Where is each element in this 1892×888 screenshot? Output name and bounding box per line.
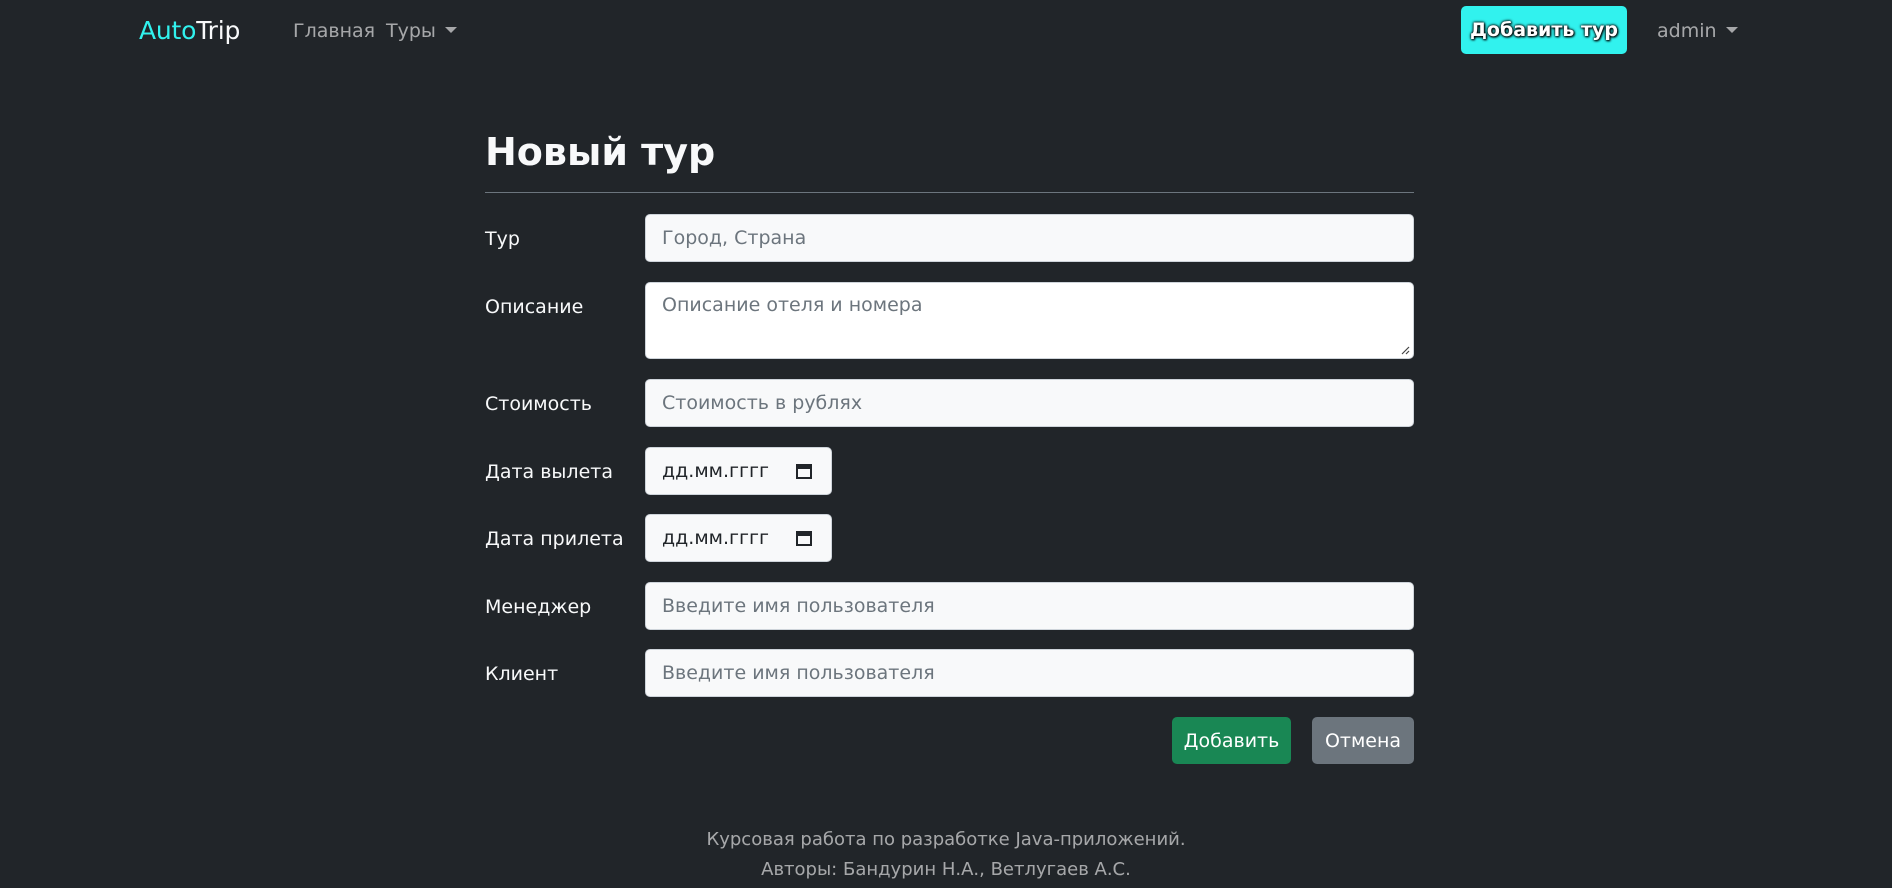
client-label: Клиент bbox=[485, 663, 559, 685]
tour-label: Тур bbox=[485, 228, 520, 250]
nav-home-link[interactable]: Главная bbox=[293, 18, 375, 44]
footer-line-2: Авторы: Бандурин Н.А., Ветлугаев А.С. bbox=[761, 859, 1131, 880]
user-menu-dropdown[interactable]: admin bbox=[1657, 18, 1738, 44]
manager-input[interactable]: Введите имя пользователя bbox=[645, 582, 1414, 630]
price-label: Стоимость bbox=[485, 393, 592, 415]
submit-button[interactable]: Добавить bbox=[1172, 717, 1291, 764]
client-input-placeholder: Введите имя пользователя bbox=[662, 662, 935, 684]
brand-trip: Trip bbox=[196, 16, 241, 45]
calendar-icon[interactable] bbox=[795, 462, 813, 480]
description-placeholder: Описание отеля и номера bbox=[662, 294, 923, 316]
manager-label: Менеджер bbox=[485, 596, 592, 618]
chevron-down-icon bbox=[444, 27, 457, 33]
add-tour-button[interactable]: Добавить тур bbox=[1461, 6, 1627, 54]
nav-tours-label: Туры bbox=[386, 20, 436, 42]
price-input[interactable]: Стоимость в рублях bbox=[645, 379, 1414, 427]
departure-date-value: дд.мм.гггг bbox=[662, 460, 769, 482]
price-input-placeholder: Стоимость в рублях bbox=[662, 392, 863, 414]
brand-auto: Auto bbox=[139, 16, 197, 45]
page-title: Новый тур bbox=[485, 130, 716, 174]
tour-input-placeholder: Город, Страна bbox=[662, 227, 807, 249]
departure-date-label: Дата вылета bbox=[485, 461, 613, 483]
navbar: AutoTrip Главная Туры Добавить тур admin bbox=[0, 0, 1892, 62]
client-input[interactable]: Введите имя пользователя bbox=[645, 649, 1414, 697]
arrival-date-label: Дата прилета bbox=[485, 528, 624, 550]
description-textarea[interactable]: Описание отеля и номера bbox=[645, 282, 1414, 359]
nav-tours-dropdown[interactable]: Туры bbox=[386, 18, 457, 44]
brand-logo[interactable]: AutoTrip bbox=[139, 14, 240, 48]
arrival-date-value: дд.мм.гггг bbox=[662, 527, 769, 549]
description-label: Описание bbox=[485, 296, 584, 318]
user-menu-label: admin bbox=[1657, 20, 1717, 42]
chevron-down-icon bbox=[1725, 27, 1738, 33]
calendar-icon[interactable] bbox=[795, 529, 813, 547]
footer-line-1: Курсовая работа по разработке Java-прило… bbox=[706, 829, 1186, 850]
departure-date-input[interactable]: дд.мм.гггг bbox=[645, 447, 832, 495]
arrival-date-input[interactable]: дд.мм.гггг bbox=[645, 514, 832, 562]
cancel-button[interactable]: Отмена bbox=[1312, 717, 1414, 764]
manager-input-placeholder: Введите имя пользователя bbox=[662, 595, 935, 617]
resize-handle-icon[interactable] bbox=[1400, 345, 1410, 355]
title-divider bbox=[485, 192, 1414, 193]
tour-input[interactable]: Город, Страна bbox=[645, 214, 1414, 262]
